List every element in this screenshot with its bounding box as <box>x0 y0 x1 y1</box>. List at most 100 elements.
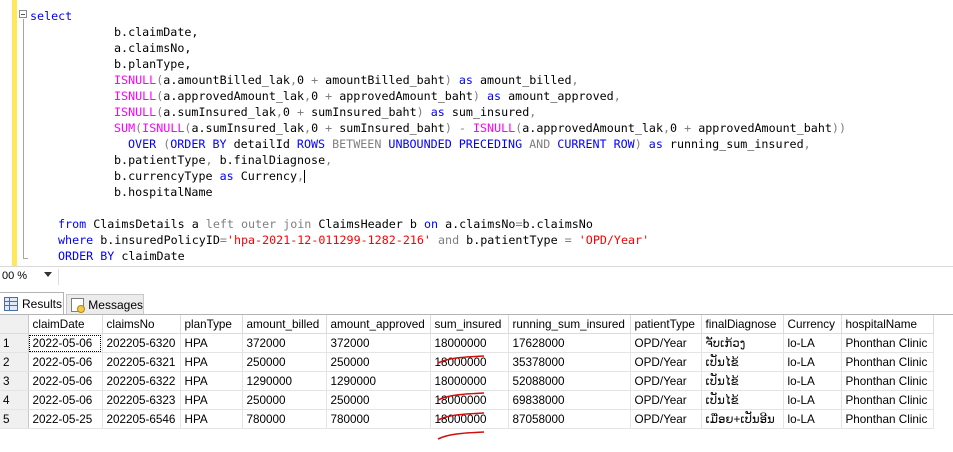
zoom-level[interactable]: 00 % <box>2 270 27 282</box>
grid-cell[interactable]: ເປັນໄຂ້ <box>701 371 784 391</box>
code-token: ClaimsHeader b <box>318 217 424 231</box>
grid-cell[interactable]: 87058000 <box>508 409 631 429</box>
grid-cell[interactable]: Phonthan Clinic <box>841 390 934 410</box>
row-number[interactable]: 3 <box>0 371 29 391</box>
column-header[interactable]: amount_billed <box>242 315 327 334</box>
code-token: b.claimsNo <box>522 217 593 231</box>
tab-messages[interactable]: Messages <box>66 294 144 314</box>
grid-cell[interactable]: HPA <box>180 352 243 372</box>
grid-cell[interactable]: OPD/Year <box>630 371 702 391</box>
results-tab-strip: Results Messages <box>0 287 953 315</box>
grid-cell[interactable]: 372000 <box>242 333 327 353</box>
grid-cell[interactable]: 250000 <box>326 390 431 410</box>
grid-cell[interactable]: ເມື່ອຍ+ເປັນອີນ <box>701 409 784 429</box>
grid-cell[interactable]: lo-LA <box>783 333 842 353</box>
grid-cell[interactable]: 18000000 <box>430 371 509 391</box>
grid-cell[interactable]: ຈັບເກ້ວງ <box>701 333 784 353</box>
code-line: from ClaimsDetails a left outer join Cla… <box>58 216 593 232</box>
red-strike-mark <box>437 431 485 440</box>
grid-cell[interactable]: 780000 <box>326 409 431 429</box>
code-token: on <box>423 217 446 231</box>
row-header-corner[interactable] <box>0 315 29 334</box>
grid-cell[interactable]: 202205-6323 <box>102 390 181 410</box>
messages-icon <box>71 297 86 313</box>
column-header[interactable]: running_sum_insured <box>508 315 631 334</box>
grid-cell[interactable]: OPD/Year <box>630 390 702 410</box>
code-token: a.approvedAmount_lak <box>522 121 663 135</box>
collapse-toggle-icon[interactable] <box>19 10 27 18</box>
grid-cell[interactable]: Phonthan Clinic <box>841 371 934 391</box>
grid-cell[interactable]: 18000000 <box>430 333 509 353</box>
column-header[interactable]: Currency <box>783 315 842 334</box>
grid-cell[interactable]: 250000 <box>242 352 327 372</box>
grid-cell[interactable]: 17628000 <box>508 333 631 353</box>
code-token: 'hpa-2021-12-011299-1282-216' <box>226 233 431 247</box>
grid-cell[interactable]: 2022-05-06 <box>28 333 103 353</box>
grid-cell[interactable]: 2022-05-06 <box>28 371 103 391</box>
table-row[interactable]: 1 2022-05-06 202205-6320 HPA 372000 372000 180… <box>0 333 934 353</box>
grid-cell[interactable]: 250000 <box>326 352 431 372</box>
sql-editor[interactable]: select b.claimDate, a.claimsNo, b.planType,… <box>0 0 953 266</box>
code-token: ORDER BY <box>58 249 122 263</box>
column-header[interactable]: sum_insured <box>430 315 509 334</box>
column-header[interactable]: claimsNo <box>102 315 181 334</box>
code-token: 0 <box>282 105 297 119</box>
grid-cell[interactable]: 2022-05-06 <box>28 352 103 372</box>
code-token: 0 <box>311 121 326 135</box>
column-header[interactable]: patientType <box>630 315 702 334</box>
grid-cell[interactable]: lo-LA <box>783 409 842 429</box>
grid-cell[interactable]: 35378000 <box>508 352 631 372</box>
column-header[interactable]: claimDate <box>28 315 103 334</box>
grid-cell[interactable]: 202205-6321 <box>102 352 181 372</box>
code-line: ISNULL(a.approvedAmount_lak,0 + approved… <box>114 88 621 104</box>
grid-cell[interactable]: HPA <box>180 371 243 391</box>
code-token: where <box>58 233 101 247</box>
grid-cell[interactable]: lo-LA <box>783 390 842 410</box>
row-number[interactable]: 2 <box>0 352 29 372</box>
code-line: b.claimDate, <box>114 24 198 40</box>
red-strike-mark <box>437 355 485 364</box>
grid-cell[interactable]: OPD/Year <box>630 409 702 429</box>
zoom-dropdown-icon[interactable] <box>44 272 52 277</box>
grid-cell[interactable]: 52088000 <box>508 371 631 391</box>
row-number[interactable]: 4 <box>0 390 29 410</box>
grid-cell[interactable]: 2022-05-25 <box>28 409 103 429</box>
code-token: , <box>613 89 621 103</box>
column-header[interactable]: amount_approved <box>326 315 431 334</box>
row-number[interactable]: 1 <box>0 333 29 353</box>
grid-cell[interactable]: 372000 <box>326 333 431 353</box>
grid-cell[interactable]: Phonthan Clinic <box>841 352 934 372</box>
table-row[interactable]: 3 2022-05-06 202205-6322 HPA 1290000 1290000 1… <box>0 371 934 391</box>
grid-cell[interactable]: 2022-05-06 <box>28 390 103 410</box>
code-token: 'OPD/Year' <box>578 233 650 247</box>
grid-cell[interactable]: lo-LA <box>783 371 842 391</box>
grid-cell[interactable]: 202205-6546 <box>102 409 181 429</box>
grid-cell[interactable]: 69838000 <box>508 390 631 410</box>
grid-cell[interactable]: lo-LA <box>783 352 842 372</box>
grid-cell[interactable]: Phonthan Clinic <box>841 409 934 429</box>
grid-cell[interactable]: 1290000 <box>242 371 327 391</box>
grid-cell[interactable]: ເປັນໄຂ້ <box>701 390 784 410</box>
code-line: b.hospitalName <box>114 184 213 200</box>
grid-cell[interactable]: 202205-6322 <box>102 371 181 391</box>
tab-results[interactable]: Results <box>0 292 64 314</box>
column-header[interactable]: planType <box>180 315 243 334</box>
grid-cell[interactable]: HPA <box>180 409 243 429</box>
code-line: b.currencyType as Currency, <box>114 168 306 184</box>
grid-cell[interactable]: 1290000 <box>326 371 431 391</box>
grid-cell[interactable]: 250000 <box>242 390 327 410</box>
grid-cell[interactable]: OPD/Year <box>630 352 702 372</box>
column-header[interactable]: hospitalName <box>841 315 934 334</box>
grid-cell[interactable]: HPA <box>180 333 243 353</box>
grid-cell[interactable]: 780000 <box>242 409 327 429</box>
grid-cell[interactable]: Phonthan Clinic <box>841 333 934 353</box>
code-token: ) <box>472 89 480 103</box>
column-header[interactable]: finalDiagnose <box>701 315 784 334</box>
grid-header-row: claimDate claimsNo planType amount_billed am… <box>0 315 934 334</box>
grid-cell[interactable]: HPA <box>180 390 243 410</box>
row-number[interactable]: 5 <box>0 409 29 429</box>
grid-cell[interactable]: ເປັນໄຂ້ <box>701 352 784 372</box>
grid-cell[interactable]: 202205-6320 <box>102 333 181 353</box>
grid-cell[interactable]: OPD/Year <box>630 333 702 353</box>
code-token: a.sumInsured_lak <box>163 105 276 119</box>
